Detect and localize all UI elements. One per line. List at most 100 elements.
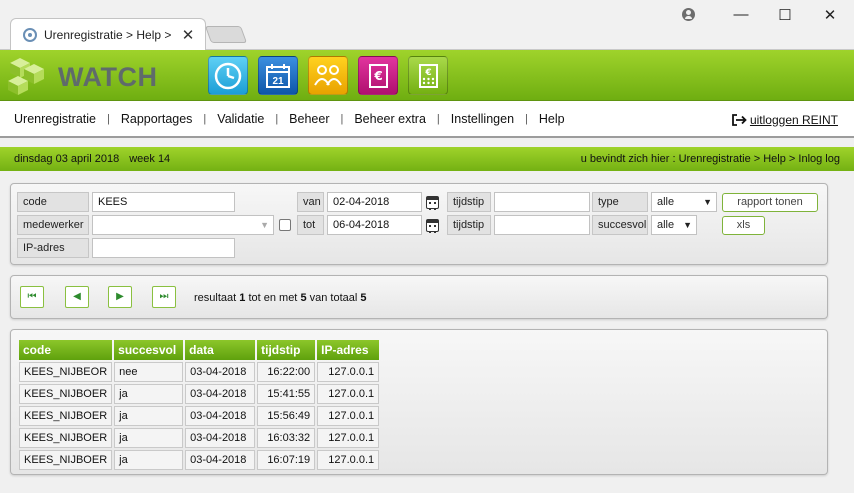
page-favicon-icon bbox=[23, 27, 37, 42]
nav-item-rapportages[interactable]: Rapportages bbox=[121, 112, 193, 126]
chevron-down-icon: ▼ bbox=[260, 220, 269, 230]
result-prefix: resultaat bbox=[194, 292, 237, 304]
result-summary: resultaat 1 tot en met 5 van totaal 5 bbox=[194, 292, 367, 304]
ip-address-input[interactable] bbox=[92, 238, 235, 258]
type-value: alle bbox=[657, 196, 675, 208]
calendar-day-label: 21 bbox=[272, 76, 284, 87]
people-icon bbox=[314, 64, 342, 86]
cell-data: 03-04-2018 bbox=[185, 406, 256, 426]
cell-ip-adres: 127.0.0.1 bbox=[317, 384, 380, 404]
cell-data: 03-04-2018 bbox=[185, 362, 256, 382]
cell-ip-adres: 127.0.0.1 bbox=[317, 450, 380, 470]
module-clock-button[interactable] bbox=[208, 56, 248, 95]
cell-data: 03-04-2018 bbox=[185, 428, 256, 448]
main-nav: Urenregistratie | Rapportages | Validati… bbox=[0, 101, 854, 138]
nav-separator: | bbox=[203, 112, 207, 125]
column-header-code[interactable]: code bbox=[19, 340, 113, 360]
last-page-icon: ⏭ bbox=[159, 291, 169, 302]
medewerker-checkbox[interactable] bbox=[279, 219, 291, 231]
medewerker-select[interactable]: ▼ bbox=[92, 215, 274, 235]
tab-close-icon[interactable]: ✕ bbox=[179, 26, 197, 44]
table-row[interactable]: KEES_NIJBOER ja 03-04-2018 15:56:49 127.… bbox=[19, 406, 380, 426]
cell-tijdstip: 16:22:00 bbox=[257, 362, 316, 382]
cell-data: 03-04-2018 bbox=[185, 384, 256, 404]
previous-page-button[interactable]: ◀ bbox=[65, 286, 89, 308]
cell-data: 03-04-2018 bbox=[185, 450, 256, 470]
calendar-icon: 21 bbox=[266, 63, 290, 88]
table-row[interactable]: KEES_NIJBOER ja 03-04-2018 16:07:19 127.… bbox=[19, 450, 380, 470]
cell-succesvol: ja bbox=[114, 406, 184, 426]
nav-item-beheer-extra[interactable]: Beheer extra bbox=[354, 112, 426, 126]
table-row[interactable]: KEES_NIJBOER ja 03-04-2018 16:03:32 127.… bbox=[19, 428, 380, 448]
rapport-tonen-button[interactable]: rapport tonen bbox=[722, 193, 818, 212]
cell-tijdstip: 15:41:55 bbox=[257, 384, 316, 404]
tot-date-input[interactable]: 06-04-2018 bbox=[327, 215, 422, 235]
tab-title: Urenregistratie > Help > bbox=[44, 27, 172, 42]
login-log-table: code succesvol data tijdstip IP-adres KE… bbox=[17, 338, 381, 472]
module-calculator-button[interactable]: € bbox=[408, 56, 448, 95]
nav-separator: | bbox=[340, 112, 344, 125]
van-calendar-icon[interactable] bbox=[426, 196, 439, 210]
tijdstip-from-input[interactable] bbox=[494, 192, 590, 212]
current-week: week 14 bbox=[129, 153, 171, 165]
clock-icon bbox=[214, 62, 242, 89]
browser-tab[interactable]: Urenregistratie > Help > ✕ bbox=[10, 18, 206, 50]
cell-succesvol: ja bbox=[114, 450, 184, 470]
cell-tijdstip: 16:07:19 bbox=[257, 450, 316, 470]
result-middle: tot en met bbox=[248, 292, 298, 304]
column-header-succesvol[interactable]: succesvol bbox=[114, 340, 184, 360]
last-page-button[interactable]: ⏭ bbox=[152, 286, 176, 308]
nav-item-instellingen[interactable]: Instellingen bbox=[451, 112, 514, 126]
succesvol-value: alle bbox=[657, 219, 675, 231]
van-label: van bbox=[297, 192, 324, 212]
van-date-input[interactable]: 02-04-2018 bbox=[327, 192, 422, 212]
column-header-data[interactable]: data bbox=[185, 340, 256, 360]
nav-separator: | bbox=[106, 112, 110, 125]
minimize-icon[interactable]: — bbox=[726, 6, 756, 23]
column-header-ip-adres[interactable]: IP-adres bbox=[317, 340, 380, 360]
table-row[interactable]: KEES_NIJBOER ja 03-04-2018 15:41:55 127.… bbox=[19, 384, 380, 404]
xls-export-button[interactable]: xls bbox=[722, 216, 765, 235]
tot-calendar-icon[interactable] bbox=[426, 219, 439, 233]
tijdstip-from-label: tijdstip bbox=[447, 192, 491, 212]
cell-ip-adres: 127.0.0.1 bbox=[317, 406, 380, 426]
chevron-down-icon: ▼ bbox=[683, 220, 692, 230]
module-invoice-button[interactable]: € bbox=[358, 56, 398, 95]
cell-code: KEES_NIJBOER bbox=[19, 406, 113, 426]
status-bar: dinsdag 03 april 2018 week 14 u bevindt … bbox=[0, 147, 854, 171]
cell-code: KEES_NIJBOER bbox=[19, 384, 113, 404]
code-input[interactable]: KEES bbox=[92, 192, 235, 212]
cell-tijdstip: 16:03:32 bbox=[257, 428, 316, 448]
module-people-button[interactable] bbox=[308, 56, 348, 95]
chevron-down-icon: ▼ bbox=[703, 197, 712, 207]
tot-label: tot bbox=[297, 215, 324, 235]
column-header-tijdstip[interactable]: tijdstip bbox=[257, 340, 316, 360]
cell-succesvol: ja bbox=[114, 384, 184, 404]
module-calendar-button[interactable]: 21 bbox=[258, 56, 298, 95]
nav-item-help[interactable]: Help bbox=[539, 112, 565, 126]
type-select[interactable]: alle ▼ bbox=[651, 192, 717, 212]
logout-link[interactable]: uitloggen REINT bbox=[732, 113, 838, 127]
tijdstip-to-label: tijdstip bbox=[447, 215, 491, 235]
calculator-euro-label: € bbox=[424, 68, 431, 78]
window-close-icon[interactable]: ✕ bbox=[815, 6, 845, 24]
type-label: type bbox=[592, 192, 648, 212]
succesvol-select[interactable]: alle ▼ bbox=[651, 215, 697, 235]
logout-label: uitloggen REINT bbox=[749, 113, 838, 127]
maximize-icon[interactable]: ☐ bbox=[770, 6, 800, 24]
new-tab-button[interactable] bbox=[204, 26, 248, 43]
medewerker-label: medewerker bbox=[17, 215, 89, 235]
cell-ip-adres: 127.0.0.1 bbox=[317, 428, 380, 448]
app-header: WATCH 21 € € bbox=[0, 50, 854, 101]
profile-icon[interactable] bbox=[682, 8, 695, 21]
nav-item-urenregistratie[interactable]: Urenregistratie bbox=[14, 112, 96, 126]
first-page-button[interactable]: ⏮ bbox=[20, 286, 44, 308]
next-page-button[interactable]: ▶ bbox=[108, 286, 132, 308]
table-header-row: code succesvol data tijdstip IP-adres bbox=[19, 340, 380, 360]
table-row[interactable]: KEES_NIJBEOR nee 03-04-2018 16:22:00 127… bbox=[19, 362, 380, 382]
app-logo-text: WATCH bbox=[58, 62, 158, 92]
nav-item-validatie[interactable]: Validatie bbox=[217, 112, 264, 126]
result-to: 5 bbox=[300, 292, 307, 304]
tijdstip-to-input[interactable] bbox=[494, 215, 590, 235]
nav-item-beheer[interactable]: Beheer bbox=[289, 112, 329, 126]
